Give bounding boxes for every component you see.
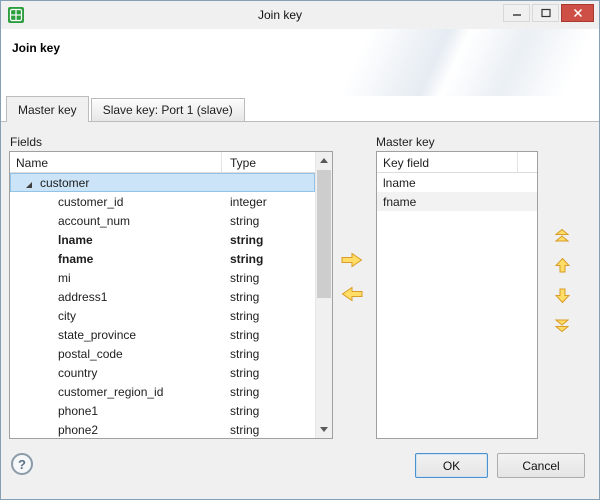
- field-row-address1[interactable]: address1string: [10, 287, 315, 306]
- key-row-fname[interactable]: fname: [377, 192, 537, 211]
- field-type: string: [222, 214, 315, 228]
- window-title: Join key: [61, 8, 499, 22]
- scrollbar[interactable]: [315, 152, 332, 438]
- field-type: string: [222, 271, 315, 285]
- dialog-header-title: Join key: [12, 41, 60, 55]
- field-row-country[interactable]: countrystring: [10, 363, 315, 382]
- field-row-customer[interactable]: customer: [10, 173, 315, 192]
- field-name: lname: [10, 233, 222, 247]
- fields-table-body: customercustomer_idintegeraccount_numstr…: [10, 173, 315, 438]
- master-key-label: Master key: [376, 135, 435, 149]
- double-arrow-down-icon: [555, 319, 569, 335]
- field-name: phone1: [10, 404, 222, 418]
- field-type: string: [222, 233, 315, 247]
- scroll-up-icon[interactable]: [316, 152, 332, 169]
- field-row-city[interactable]: citystring: [10, 306, 315, 325]
- maximize-icon[interactable]: [532, 4, 559, 22]
- field-type: string: [222, 404, 315, 418]
- field-row-state_province[interactable]: state_provincestring: [10, 325, 315, 344]
- minimize-icon[interactable]: [503, 4, 530, 22]
- column-header-type[interactable]: Type: [222, 152, 315, 172]
- field-name: customer: [10, 176, 222, 190]
- field-name: state_province: [10, 328, 222, 342]
- fields-table: Name Type customercustomer_idintegeracco…: [9, 151, 333, 439]
- field-type: string: [222, 328, 315, 342]
- titlebar[interactable]: Join key: [1, 1, 599, 29]
- field-name: country: [10, 366, 222, 380]
- field-type: string: [222, 385, 315, 399]
- scroll-thumb[interactable]: [317, 170, 331, 298]
- cancel-button[interactable]: Cancel: [497, 453, 585, 478]
- field-name: phone2: [10, 423, 222, 437]
- field-name: customer_id: [10, 195, 222, 209]
- field-row-lname[interactable]: lnamestring: [10, 230, 315, 249]
- add-key-button[interactable]: [337, 249, 367, 273]
- remove-key-button[interactable]: [337, 283, 367, 307]
- column-header-key-field[interactable]: Key field: [377, 152, 537, 173]
- field-name: mi: [10, 271, 222, 285]
- move-top-button[interactable]: [549, 225, 575, 248]
- field-name: customer_region_id: [10, 385, 222, 399]
- field-name: city: [10, 309, 222, 323]
- fields-label: Fields: [10, 135, 42, 149]
- arrow-down-icon: [555, 288, 570, 306]
- arrow-right-icon: [341, 252, 363, 271]
- field-row-customer_region_id[interactable]: customer_region_idstring: [10, 382, 315, 401]
- arrow-left-icon: [341, 286, 363, 305]
- transfer-buttons: [337, 249, 367, 307]
- field-row-phone1[interactable]: phone1string: [10, 401, 315, 420]
- column-header-name[interactable]: Name: [10, 152, 222, 172]
- field-row-postal_code[interactable]: postal_codestring: [10, 344, 315, 363]
- field-row-customer_id[interactable]: customer_idinteger: [10, 192, 315, 211]
- fields-table-header: Name Type: [10, 152, 315, 173]
- join-key-dialog: Join key Join key Master key Slave key: …: [0, 0, 600, 500]
- tab-master-key[interactable]: Master key: [6, 96, 89, 122]
- field-type: string: [222, 366, 315, 380]
- move-down-button[interactable]: [549, 285, 575, 308]
- dialog-header: Join key: [1, 29, 599, 96]
- tab-slave-key[interactable]: Slave key: Port 1 (slave): [91, 98, 245, 121]
- field-type: string: [222, 347, 315, 361]
- field-type: string: [222, 309, 315, 323]
- help-button[interactable]: ?: [11, 453, 33, 475]
- key-row-lname[interactable]: lname: [377, 173, 537, 192]
- field-type: integer: [222, 195, 315, 209]
- field-name: account_num: [10, 214, 222, 228]
- move-bottom-button[interactable]: [549, 315, 575, 338]
- field-row-phone2[interactable]: phone2string: [10, 420, 315, 438]
- tab-bar: Master key Slave key: Port 1 (slave): [1, 96, 599, 122]
- field-type: string: [222, 290, 315, 304]
- app-icon: [8, 7, 24, 23]
- field-name: postal_code: [10, 347, 222, 361]
- order-buttons: [549, 225, 575, 338]
- field-row-mi[interactable]: mistring: [10, 268, 315, 287]
- field-row-fname[interactable]: fnamestring: [10, 249, 315, 268]
- double-arrow-up-icon: [555, 229, 569, 245]
- master-key-table-body: lnamefname: [377, 173, 537, 211]
- tree-expander-icon[interactable]: [25, 178, 33, 186]
- window-controls: [503, 4, 594, 22]
- field-name: fname: [10, 252, 222, 266]
- ok-button[interactable]: OK: [415, 453, 488, 478]
- arrow-up-icon: [555, 258, 570, 276]
- close-icon[interactable]: [561, 4, 594, 22]
- field-row-account_num[interactable]: account_numstring: [10, 211, 315, 230]
- field-name: address1: [10, 290, 222, 304]
- move-up-button[interactable]: [549, 255, 575, 278]
- master-key-table: Key field lnamefname: [376, 151, 538, 439]
- field-type: string: [222, 423, 315, 437]
- field-type: string: [222, 252, 315, 266]
- scroll-down-icon[interactable]: [316, 421, 332, 438]
